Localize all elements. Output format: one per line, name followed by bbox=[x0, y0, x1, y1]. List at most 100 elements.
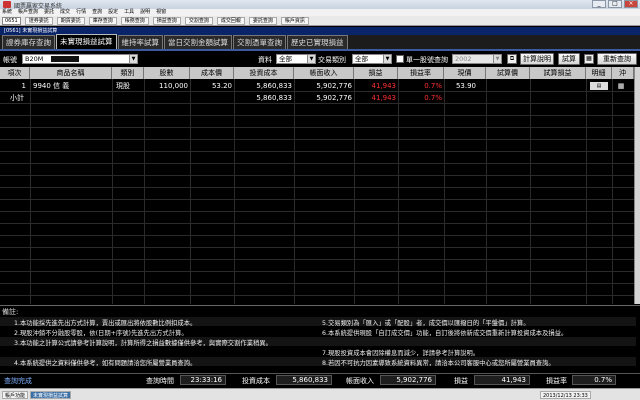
col-header-price[interactable]: 現價 bbox=[444, 67, 486, 79]
col-header-name[interactable]: 商品名稱 bbox=[30, 67, 112, 79]
copy-icon[interactable]: ⧉ bbox=[507, 54, 517, 64]
col-header-no[interactable]: 項次 bbox=[0, 67, 30, 79]
window-titlebar: 國票贏家交易系統 _ □ × bbox=[0, 0, 640, 10]
col-header-type[interactable]: 類別 bbox=[112, 67, 144, 79]
menu-item[interactable]: 成交 bbox=[60, 9, 70, 16]
col-header-trial-pnl[interactable]: 試算損益 bbox=[530, 67, 586, 79]
tab-stock-inventory[interactable]: 證券庫存查詢 bbox=[2, 35, 55, 49]
chevron-down-icon: ▼ bbox=[307, 55, 315, 63]
income-label: 帳面收入 bbox=[346, 377, 374, 385]
cell-trial-pnl bbox=[530, 80, 584, 92]
col-header-detail[interactable]: 明細 bbox=[586, 67, 612, 79]
status-account[interactable]: 帳戶功能 bbox=[2, 391, 29, 399]
tab-unrealized-pnl[interactable]: 未實現損益試算 bbox=[56, 34, 117, 49]
table-row[interactable]: 1 9940 信 義 現股 110,000 53.20 5,860,833 5,… bbox=[0, 80, 634, 92]
tab-realized-pnl[interactable]: 歷史已實現損益 bbox=[287, 35, 348, 49]
cell-shares: 110,000 bbox=[159, 82, 188, 90]
table-scrollbar[interactable] bbox=[634, 67, 640, 304]
year-value: 2002 bbox=[455, 55, 472, 63]
source-select[interactable]: 全部 ▼ bbox=[276, 54, 316, 64]
source-label: 資料 bbox=[258, 56, 272, 64]
close-button[interactable]: × bbox=[624, 0, 638, 8]
col-header-pnl[interactable]: 損益 bbox=[354, 67, 398, 79]
toolbar-button[interactable]: 證券委託 bbox=[24, 16, 53, 25]
rate-label: 損益率 bbox=[546, 377, 567, 385]
subtotal-pnl: 41,943 bbox=[371, 94, 397, 102]
note-item: 7.現股投資成本會因除權息而減少，詳請參考計算說明。 bbox=[322, 350, 480, 357]
toolbar-account-select[interactable]: 0651 bbox=[2, 16, 21, 25]
col-header-income[interactable]: 帳面收入 bbox=[294, 67, 354, 79]
chevron-down-icon: ▼ bbox=[383, 55, 391, 63]
note-item: 4.本系統提供之資料僅供參考，如有問題請洽您所屬營業員查詢。 bbox=[14, 360, 197, 367]
cell-type: 現股 bbox=[116, 82, 130, 90]
cost-value: 5,860,833 bbox=[276, 375, 332, 385]
offset-icon[interactable]: ▦ bbox=[616, 82, 626, 90]
income-value: 5,902,776 bbox=[380, 375, 436, 385]
tab-settlement-slip[interactable]: 交割憑單查詢 bbox=[233, 35, 286, 49]
subtotal-income: 5,902,776 bbox=[316, 94, 352, 102]
pnl-table: 項次 商品名稱 類別 股數 成本價 投資成本 帳面收入 損益 損益率 現價 試算… bbox=[0, 67, 634, 304]
status-bar: 帳戶功能 未實現損益試算 2013/12/13 23:33 bbox=[0, 388, 640, 400]
account-mask bbox=[51, 56, 79, 62]
type-value: 全部 bbox=[355, 55, 368, 63]
menu-bar: 系統 帳戶查詢 委託 成交 行情 查詢 設定 工具 說明 視窗 bbox=[0, 9, 640, 16]
menu-item[interactable]: 設定 bbox=[108, 9, 118, 16]
toolbar: 0651 證券委託 期貨委託 庫存查詢 帳務查詢 損益查詢 交割查詢 成交回報 … bbox=[0, 16, 640, 26]
maximize-button[interactable]: □ bbox=[608, 0, 622, 8]
chevron-down-icon: ▼ bbox=[129, 55, 137, 63]
toolbar-button[interactable]: 庫存查詢 bbox=[88, 16, 117, 25]
toolbar-button[interactable]: 帳務查詢 bbox=[120, 16, 149, 25]
menu-item[interactable]: 系統 bbox=[2, 9, 12, 16]
cell-cost-price: 53.20 bbox=[211, 82, 232, 90]
calc-explain-button[interactable]: 計算說明 bbox=[520, 53, 554, 65]
status-window[interactable]: 未實現損益試算 bbox=[30, 391, 72, 399]
toolbar-button[interactable]: 損益查詢 bbox=[152, 16, 181, 25]
pnl-value: 41,943 bbox=[474, 375, 530, 385]
col-header-shares[interactable]: 股數 bbox=[144, 67, 190, 79]
account-value: B20M bbox=[25, 55, 44, 63]
cell-trial-price[interactable] bbox=[486, 80, 528, 92]
menu-item[interactable]: 視窗 bbox=[156, 9, 166, 16]
detail-icon[interactable]: ▤ bbox=[590, 82, 608, 90]
col-header-rate[interactable]: 損益率 bbox=[398, 67, 444, 79]
cell-price: 53.90 bbox=[455, 82, 476, 90]
single-stock-checkbox[interactable] bbox=[396, 55, 404, 63]
col-header-trial-price[interactable]: 試算價 bbox=[486, 67, 530, 79]
cost-label: 投資成本 bbox=[242, 377, 270, 385]
cell-no: 1 bbox=[21, 82, 26, 90]
account-select[interactable]: B20M ▼ bbox=[22, 54, 138, 64]
menu-item[interactable]: 說明 bbox=[140, 9, 150, 16]
cell-rate: 0.7% bbox=[424, 82, 442, 90]
toolbar-button[interactable]: 委託查詢 bbox=[248, 16, 277, 25]
col-header-cost[interactable]: 投資成本 bbox=[234, 67, 294, 79]
trial-calc-button[interactable]: 試算 bbox=[558, 53, 580, 65]
menu-item[interactable]: 查詢 bbox=[92, 9, 102, 16]
minimize-button[interactable]: _ bbox=[592, 0, 606, 8]
subtotal-cost: 5,860,833 bbox=[256, 94, 292, 102]
chevron-down-icon: ▼ bbox=[493, 55, 501, 63]
year-select[interactable]: 2002 ▼ bbox=[452, 54, 502, 64]
summary-bar: 查詢完成 查詢時間 23:33:16 投資成本 5,860,833 帳面收入 5… bbox=[0, 373, 640, 386]
menu-item[interactable]: 帳戶查詢 bbox=[18, 9, 38, 16]
tab-bar: 證券庫存查詢 未實現損益試算 維持率試算 當日交割金額試算 交割憑單查詢 歷史已… bbox=[0, 34, 640, 51]
col-header-cost-price[interactable]: 成本價 bbox=[190, 67, 234, 79]
subtotal-label: 小計 bbox=[10, 94, 24, 102]
toolbar-button[interactable]: 成交回報 bbox=[216, 16, 245, 25]
cell-pnl: 41,943 bbox=[371, 82, 397, 90]
toolbar-button[interactable]: 帳戶資訊 bbox=[280, 16, 309, 25]
account-label: 帳號 bbox=[3, 56, 17, 64]
col-header-offset[interactable]: 沖 bbox=[612, 67, 634, 79]
notes-title: 備註: bbox=[2, 308, 19, 316]
source-value: 全部 bbox=[279, 55, 292, 63]
toolbar-button[interactable]: 交割查詢 bbox=[184, 16, 213, 25]
tab-settlement-amount[interactable]: 當日交割金額試算 bbox=[164, 35, 232, 49]
menu-item[interactable]: 工具 bbox=[124, 9, 134, 16]
requery-button[interactable]: 重新查詢 bbox=[597, 53, 637, 65]
menu-item[interactable]: 行情 bbox=[76, 9, 86, 16]
tab-maintenance-ratio[interactable]: 維持率試算 bbox=[117, 35, 163, 49]
menu-item[interactable]: 委託 bbox=[44, 9, 54, 16]
note-item: 1.本功能採先進先出方式計算，賣出或匯出將依股數比例扣成本。 bbox=[14, 320, 197, 327]
toolbar-button[interactable]: 期貨委託 bbox=[56, 16, 85, 25]
type-select[interactable]: 全部 ▼ bbox=[352, 54, 392, 64]
grid-icon[interactable]: ▦ bbox=[584, 54, 594, 64]
